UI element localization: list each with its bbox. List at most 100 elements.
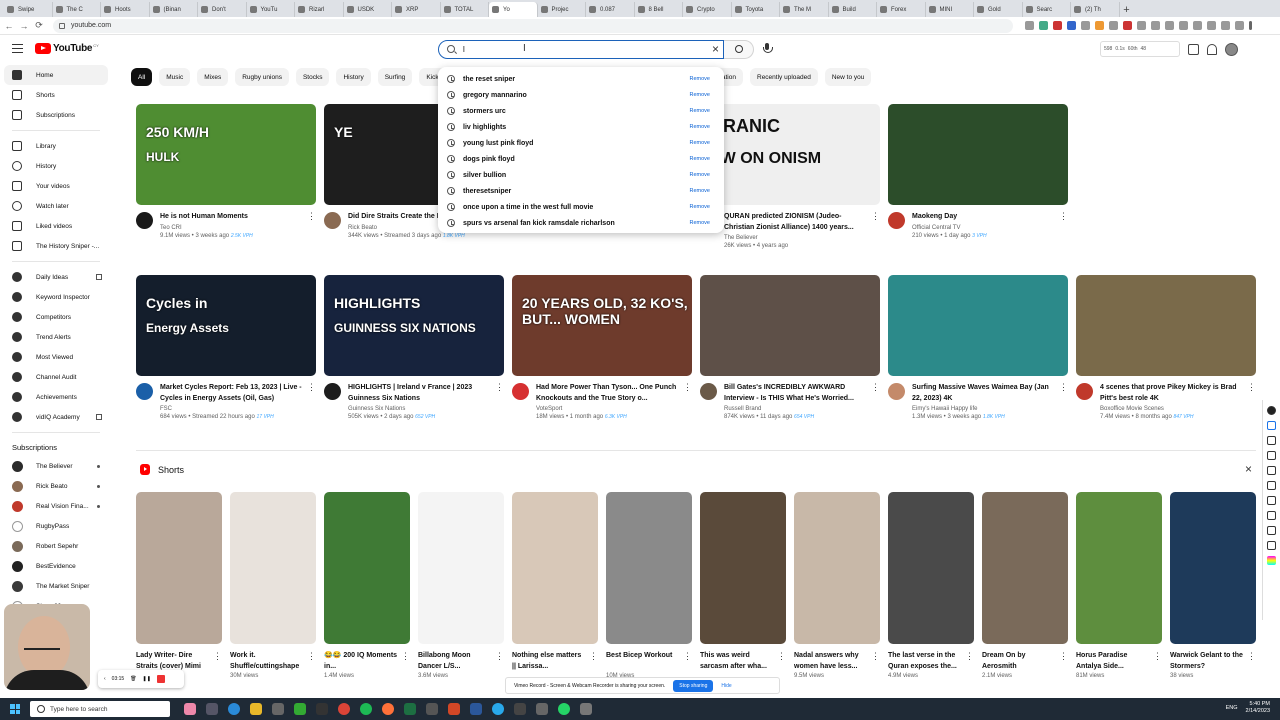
sidebar-subscription-item[interactable]: RugbyPass <box>0 516 112 536</box>
sidebar-item-daily-ideas[interactable]: Daily Ideas <box>0 267 112 287</box>
remove-suggestion-link[interactable]: Remove <box>690 92 710 98</box>
youtube-logo[interactable]: YouTube CY <box>35 43 99 54</box>
more-options-icon[interactable]: ⋮ <box>1247 383 1256 392</box>
sidebar-subscription-item[interactable]: BestEvidence <box>0 556 112 576</box>
spotify-icon[interactable] <box>360 703 372 715</box>
short-title[interactable]: Work it. Shuffle/cuttingshape <box>230 651 316 672</box>
more-options-icon[interactable]: ⋮ <box>1247 651 1256 662</box>
short-title[interactable]: Lady Writer- Dire Straits (cover) Mimi <box>136 651 222 672</box>
filter-chip[interactable]: History <box>336 68 371 86</box>
browser-tab[interactable]: Searc <box>1023 2 1071 17</box>
short-title[interactable]: Nothing else matters || Larissa... <box>512 651 598 672</box>
sidebar-item-achievements[interactable]: Achievements <box>0 387 112 407</box>
remove-suggestion-link[interactable]: Remove <box>690 172 710 178</box>
sidebar-item-history[interactable]: History <box>0 156 112 176</box>
sidebar-item-home[interactable]: Home <box>4 65 108 85</box>
extension-icon[interactable] <box>1235 21 1244 30</box>
create-video-icon[interactable] <box>1188 43 1199 55</box>
browser-tab[interactable]: Toyota <box>732 2 780 17</box>
more-options-icon[interactable]: ⋮ <box>589 651 598 662</box>
filter-chip[interactable]: Surfing <box>377 68 413 86</box>
excel-icon[interactable] <box>404 703 416 715</box>
video-thumbnail[interactable] <box>888 275 1068 376</box>
short-title[interactable]: Dream On by Aerosmith <box>982 651 1068 672</box>
remove-suggestion-link[interactable]: Remove <box>690 76 710 82</box>
remove-suggestion-link[interactable]: Remove <box>690 108 710 114</box>
channel-avatar[interactable] <box>324 212 341 229</box>
sidebar-item-liked-videos[interactable]: Liked videos <box>0 216 112 236</box>
task-view-icon[interactable] <box>206 703 218 715</box>
text-icon[interactable] <box>1267 451 1276 460</box>
more-options-icon[interactable]: ⋮ <box>683 383 692 392</box>
color-palette-icon[interactable] <box>1267 556 1276 565</box>
short-card[interactable]: Lady Writer- Dire Straits (cover) Mimi ⋮ <box>136 492 222 673</box>
channel-avatar[interactable] <box>136 212 153 229</box>
video-title[interactable]: Maokeng Day <box>912 212 1058 223</box>
extension-icon[interactable] <box>1109 21 1118 30</box>
sidebar-item-vidiq-academy[interactable]: vidIQ Academy <box>0 407 112 427</box>
video-card[interactable]: Bill Gates's INCREDIBLY AWKWARD Intervie… <box>700 275 880 420</box>
camtasia-icon[interactable] <box>294 703 306 715</box>
short-title[interactable]: The last verse in the Quran exposes the.… <box>888 651 974 672</box>
collapse-icon[interactable]: ‹ <box>104 676 106 682</box>
channel-name[interactable]: VoteSport <box>536 406 682 412</box>
video-thumbnail[interactable]: URANIC EW ON ONISM <box>700 104 880 205</box>
short-thumbnail[interactable] <box>1076 492 1162 644</box>
video-title[interactable]: Had More Power Than Tyson... One Punch K… <box>536 383 682 404</box>
search-suggestion[interactable]: stormers urc Remove <box>438 103 724 119</box>
video-thumbnail[interactable] <box>888 104 1068 205</box>
video-thumbnail[interactable] <box>1076 275 1256 376</box>
sidebar-item-keyword-inspector[interactable]: Keyword Inspector <box>0 287 112 307</box>
extension-icon[interactable] <box>1137 21 1146 30</box>
search-suggestion[interactable]: liv highlights Remove <box>438 119 724 135</box>
sidebar-item-most-viewed[interactable]: Most Viewed <box>0 347 112 367</box>
more-options-icon[interactable]: ⋮ <box>1059 651 1068 662</box>
channel-avatar[interactable] <box>324 383 341 400</box>
whatsapp-icon[interactable] <box>558 703 570 715</box>
more-options-icon[interactable]: ⋮ <box>1059 212 1068 221</box>
sidebar-item-your-videos[interactable]: Your videos <box>0 176 112 196</box>
remove-suggestion-link[interactable]: Remove <box>690 140 710 146</box>
short-card[interactable]: This was weird sarcasm after wha... ⋮ <box>700 492 786 673</box>
video-card[interactable]: 4 scenes that prove Pikey Mickey is Brad… <box>1076 275 1256 420</box>
filter-chip[interactable]: Music <box>159 68 191 86</box>
short-card[interactable]: 😂😂 200 IQ Moments in... 1.4M views ⋮ <box>324 492 410 679</box>
app-icon[interactable] <box>514 703 526 715</box>
microphone-icon[interactable] <box>762 43 773 56</box>
short-title[interactable]: Nadal answers why women have less... <box>794 651 880 672</box>
remove-suggestion-link[interactable]: Remove <box>690 204 710 210</box>
short-thumbnail[interactable] <box>794 492 880 644</box>
close-shorts-icon[interactable]: × <box>1245 462 1252 476</box>
search-button[interactable] <box>724 40 754 59</box>
stop-recording-button[interactable] <box>156 675 165 683</box>
video-thumbnail[interactable] <box>700 275 880 376</box>
forward-icon[interactable]: → <box>18 21 30 31</box>
short-card[interactable]: Dream On by Aerosmith 2.1M views ⋮ <box>982 492 1068 679</box>
short-card[interactable]: Horus Paradise Antalya Side... 81M views ⋮ <box>1076 492 1162 679</box>
more-options-icon[interactable]: ⋮ <box>871 651 880 662</box>
short-title[interactable]: 😂😂 200 IQ Moments in... <box>324 651 410 672</box>
channel-name[interactable]: Russell Brand <box>724 406 870 412</box>
extension-icon[interactable] <box>1179 21 1188 30</box>
short-card[interactable]: Billabong Moon Dancer L/S... 3.6M views ⋮ <box>418 492 504 679</box>
browser-tab[interactable]: The C <box>53 2 101 17</box>
video-title[interactable]: 4 scenes that prove Pikey Mickey is Brad… <box>1100 383 1246 404</box>
more-options-icon[interactable]: ⋮ <box>307 651 316 662</box>
channel-avatar[interactable] <box>136 383 153 400</box>
video-card[interactable]: 250 KM/H HULK He is not Human Moments Teo C… <box>136 104 316 239</box>
filter-chip[interactable]: New to you <box>824 68 872 86</box>
short-card[interactable]: Best Bicep Workout 10M views ⋮ <box>606 492 692 679</box>
browser-tab[interactable]: Hoots <box>101 2 150 17</box>
more-options-icon[interactable]: ⋮ <box>871 212 880 221</box>
short-card[interactable]: Work it. Shuffle/cuttingshape 30M views ⋮ <box>230 492 316 679</box>
calculator-icon[interactable] <box>272 703 284 715</box>
more-options-icon[interactable]: ⋮ <box>495 383 504 392</box>
remove-suggestion-link[interactable]: Remove <box>690 156 710 162</box>
channel-name[interactable]: Guinness Six Nations <box>348 406 494 412</box>
video-card[interactable]: URANIC EW ON ONISM QURAN predicted ZIONISM… <box>700 104 880 249</box>
more-options-icon[interactable]: ⋮ <box>213 651 222 662</box>
app-icon[interactable] <box>536 703 548 715</box>
short-card[interactable]: Nothing else matters || Larissa... ⋮ <box>512 492 598 673</box>
pause-icon[interactable]: ❚❚ <box>143 676 151 682</box>
short-thumbnail[interactable] <box>700 492 786 644</box>
